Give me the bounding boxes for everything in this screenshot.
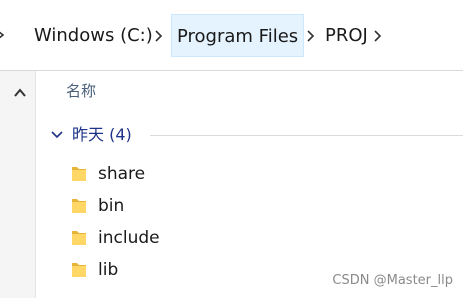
column-header-name[interactable]: 名称 xyxy=(66,80,96,101)
chevron-right-icon[interactable] xyxy=(305,14,315,57)
folder-icon xyxy=(70,164,88,184)
folder-icon xyxy=(70,260,88,280)
list-item[interactable]: include xyxy=(36,222,463,254)
breadcrumb-item-windows-c[interactable]: Windows (C:) xyxy=(31,14,156,57)
chevron-right-icon[interactable] xyxy=(372,14,382,57)
file-explorer-window: Windows (C:) Program Files PROJ 名称 昨天 (4… xyxy=(0,0,463,298)
breadcrumb-item-program-files[interactable]: Program Files xyxy=(171,14,305,57)
file-name: bin xyxy=(98,196,125,216)
folder-icon xyxy=(70,228,88,248)
chevron-up-icon[interactable] xyxy=(13,84,27,97)
list-item[interactable]: share xyxy=(36,158,463,190)
list-item[interactable]: bin xyxy=(36,190,463,222)
file-name: lib xyxy=(98,260,119,280)
watermark: CSDN @Master_llp xyxy=(332,273,453,288)
chevron-down-icon[interactable] xyxy=(50,127,64,141)
group-label[interactable]: 昨天 (4) xyxy=(72,124,132,146)
file-list: share bin include lib xyxy=(36,158,463,286)
chevron-right-icon[interactable] xyxy=(153,14,163,57)
file-name: share xyxy=(98,164,146,184)
breadcrumb-item-proj[interactable]: PROJ xyxy=(322,14,371,57)
group-header[interactable]: 昨天 (4) xyxy=(50,124,463,146)
file-name: include xyxy=(98,228,160,248)
file-list-view: 名称 昨天 (4) share bin include lib xyxy=(36,71,463,298)
breadcrumb: Windows (C:) Program Files PROJ xyxy=(0,14,463,57)
navigation-pane-scrollbar[interactable] xyxy=(0,71,36,298)
folder-icon xyxy=(70,196,88,216)
address-bar[interactable]: Windows (C:) Program Files PROJ xyxy=(0,0,463,71)
group-divider xyxy=(150,135,463,136)
